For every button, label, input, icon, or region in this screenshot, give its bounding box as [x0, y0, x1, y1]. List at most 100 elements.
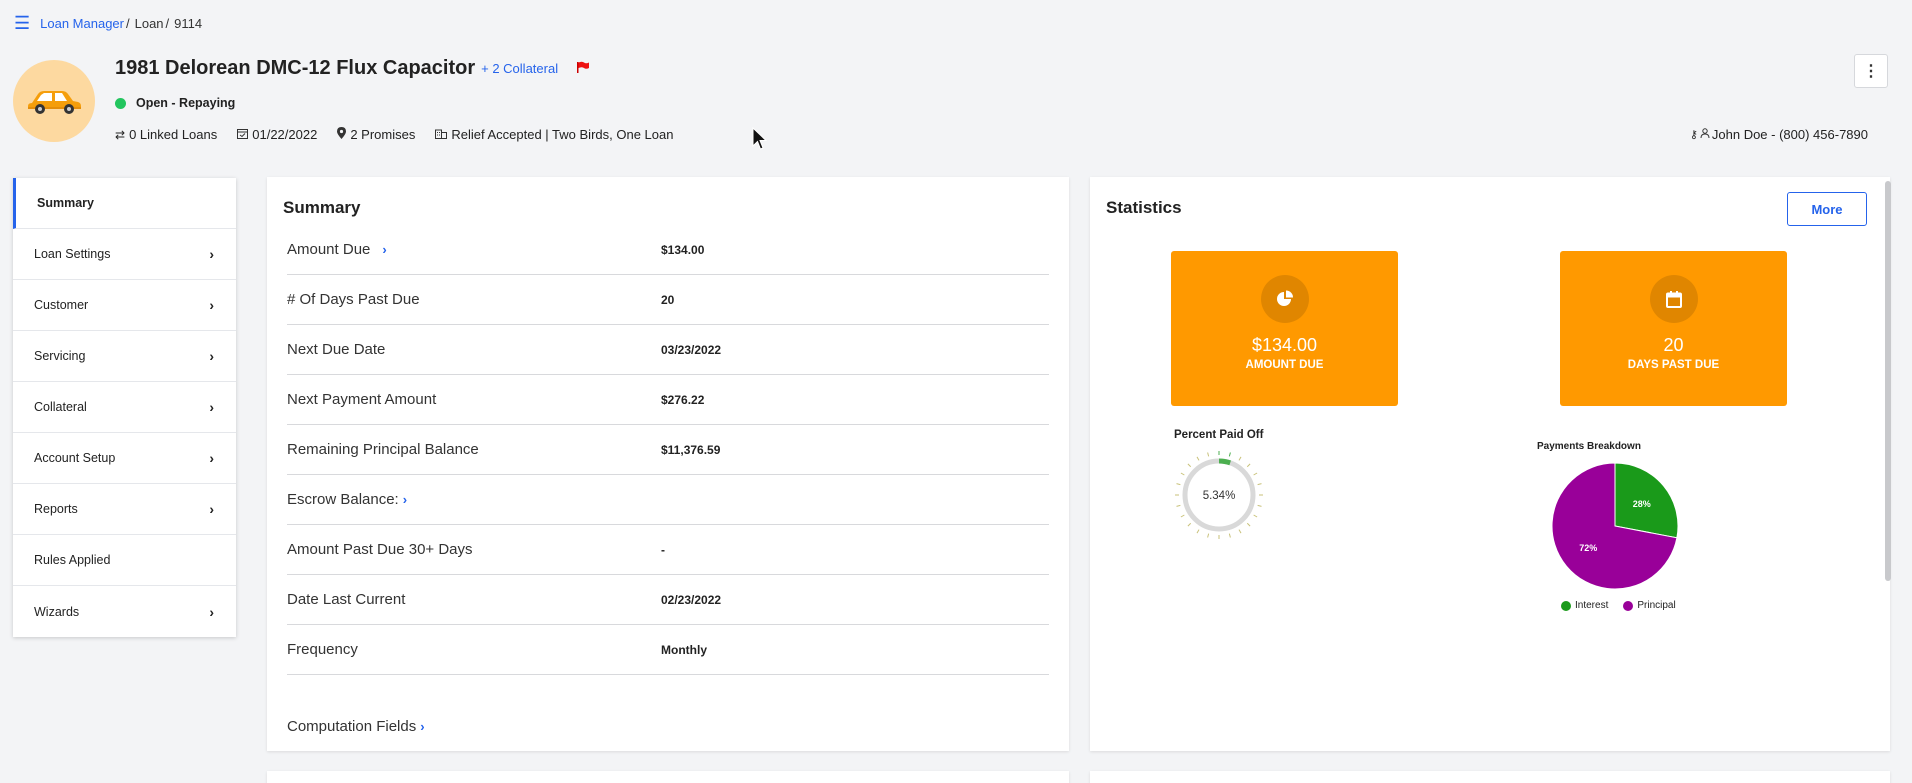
row-value: $11,376.59: [661, 442, 721, 457]
row-label: # Of Days Past Due: [287, 291, 420, 308]
key-icon: ⚷: [1689, 129, 1698, 141]
payments-breakdown-pie: 28% 72%: [1551, 462, 1679, 590]
sidebar-item-reports[interactable]: Reports ›: [13, 484, 236, 535]
row-label: Remaining Principal Balance: [287, 441, 479, 458]
building-icon: [435, 128, 448, 142]
chevron-right-icon: ›: [209, 348, 214, 364]
summary-rows: Amount Due › $134.00 # Of Days Past Due 2…: [287, 225, 1049, 675]
row-value: $134.00: [661, 242, 705, 257]
sidebar-item-rules-applied[interactable]: Rules Applied: [13, 535, 236, 586]
sidebar-item-label: Loan Settings: [34, 247, 111, 261]
tile-label: DAYS PAST DUE: [1627, 359, 1720, 371]
chevron-right-icon[interactable]: ›: [403, 492, 407, 507]
tile-label: AMOUNT DUE: [1245, 359, 1324, 371]
chevron-right-icon[interactable]: ›: [382, 242, 386, 257]
gauge-tick: [1180, 472, 1185, 476]
mouse-cursor-icon: [752, 127, 768, 150]
table-row: Date Last Current 02/23/2022: [287, 575, 1049, 625]
row-value: 20: [661, 292, 675, 307]
car-icon: [28, 91, 81, 114]
calendar-icon: [1649, 275, 1698, 323]
sidebar-item-summary[interactable]: Summary: [13, 178, 236, 229]
sidebar-item-wizards[interactable]: Wizards ›: [13, 586, 236, 637]
scrollbar[interactable]: [1885, 181, 1891, 581]
legend-label: Principal: [1637, 600, 1676, 611]
row-label: Frequency: [287, 641, 358, 658]
pie-data-label: 72%: [1579, 543, 1597, 553]
loan-date-label: 01/22/2022: [252, 127, 318, 142]
table-row: # Of Days Past Due 20: [287, 275, 1049, 325]
gauge-tick: [1228, 452, 1231, 457]
gauge-tick: [1246, 463, 1251, 468]
swap-arrows-icon: ⇄: [115, 127, 126, 142]
gauge-tick: [1228, 533, 1231, 538]
breadcrumb-loan: Loan: [134, 15, 164, 31]
payments-breakdown-title: Payments Breakdown: [1537, 441, 1641, 452]
page-title: 1981 Delorean DMC-12 Flux Capacitor: [115, 57, 476, 79]
percent-paid-gauge: 5.34%: [1175, 451, 1263, 539]
sidebar-item-label: Summary: [37, 196, 94, 210]
table-row: Amount Past Due 30+ Days -: [287, 525, 1049, 575]
loan-meta-row: ⇄ 0 Linked Loans 01/22/2022 2 Promises R…: [115, 127, 693, 142]
gauge-tick: [1238, 529, 1242, 534]
linked-loans[interactable]: ⇄ 0 Linked Loans: [115, 127, 217, 142]
breadcrumb-loan-manager[interactable]: Loan Manager: [40, 16, 124, 31]
more-button[interactable]: More: [1787, 192, 1867, 226]
sidebar-item-collateral[interactable]: Collateral ›: [13, 382, 236, 433]
sidebar-item-loan-settings[interactable]: Loan Settings ›: [13, 229, 236, 280]
chevron-right-icon: ›: [420, 719, 425, 734]
summary-card: Summary Amount Due › $134.00 # Of Days Pa…: [267, 177, 1069, 751]
gauge-tick: [1196, 456, 1200, 461]
customer-contact[interactable]: ⚷ John Doe - (800) 456-7890: [1690, 127, 1868, 142]
sidebar-item-customer[interactable]: Customer ›: [13, 280, 236, 331]
contact-label: John Doe - (800) 456-7890: [1711, 127, 1868, 142]
statistics-card: Statistics More $134.00 AMOUNT DUE 20 DA…: [1090, 177, 1891, 751]
legend-item-principal[interactable]: Principal: [1623, 600, 1676, 611]
lower-card-left: [267, 771, 1069, 783]
collateral-link[interactable]: + 2 Collateral: [481, 61, 558, 76]
gauge-tick: [1187, 522, 1192, 527]
breadcrumb-loan-id: 9114: [174, 15, 203, 31]
gauge-tick: [1257, 483, 1262, 486]
row-label: Next Payment Amount: [287, 391, 437, 408]
legend-item-interest[interactable]: Interest: [1561, 600, 1608, 611]
gauge-tick: [1176, 483, 1181, 486]
hamburger-menu-icon[interactable]: ☰: [14, 14, 30, 32]
sidebar-item-label: Account Setup: [34, 451, 116, 465]
more-options-button[interactable]: ⋮: [1854, 54, 1888, 88]
status-dot-icon: [115, 97, 126, 109]
loan-status: Open - Repaying: [115, 96, 235, 110]
relief-status[interactable]: Relief Accepted | Two Birds, One Loan: [435, 127, 673, 142]
legend-swatch: [1623, 600, 1634, 611]
breadcrumb-separator: /: [165, 15, 170, 31]
linked-loans-label: 0 Linked Loans: [129, 127, 218, 142]
sidebar-item-account-setup[interactable]: Account Setup ›: [13, 433, 236, 484]
flag-icon[interactable]: [576, 60, 590, 78]
computation-fields-label: Computation Fields: [287, 718, 417, 735]
pie-data-label: 28%: [1633, 499, 1651, 509]
computation-fields-link[interactable]: Computation Fields ›: [287, 718, 425, 735]
loan-date: 01/22/2022: [237, 127, 317, 142]
gauge-tick: [1246, 522, 1251, 527]
breadcrumb: ☰ Loan Manager / Loan / 9114: [14, 14, 202, 32]
gauge-tick: [1238, 456, 1242, 461]
row-label: Amount Due ›: [287, 241, 661, 258]
gauge-tick: [1196, 529, 1200, 534]
chevron-right-icon: ›: [209, 297, 214, 313]
table-row: Remaining Principal Balance $11,376.59: [287, 425, 1049, 475]
status-text: Open - Repaying: [136, 96, 236, 110]
loan-title-row: 1981 Delorean DMC-12 Flux Capacitor + 2 …: [115, 57, 590, 80]
car-avatar: [13, 60, 95, 142]
gauge-fill: [1218, 458, 1232, 466]
sidebar-item-label: Collateral: [34, 400, 87, 414]
promises[interactable]: 2 Promises: [337, 127, 415, 142]
gauge-value: 5.34%: [1203, 490, 1236, 502]
sidebar-item-servicing[interactable]: Servicing ›: [13, 331, 236, 382]
gauge-tick: [1207, 533, 1210, 538]
gauge-tick: [1176, 504, 1181, 507]
row-label-text: Amount Due: [287, 241, 371, 258]
legend-swatch: [1561, 600, 1571, 611]
tile-value: 20: [1663, 335, 1684, 355]
sidebar-item-label: Rules Applied: [34, 553, 111, 567]
sidebar: Summary Loan Settings › Customer › Servi…: [13, 178, 236, 637]
